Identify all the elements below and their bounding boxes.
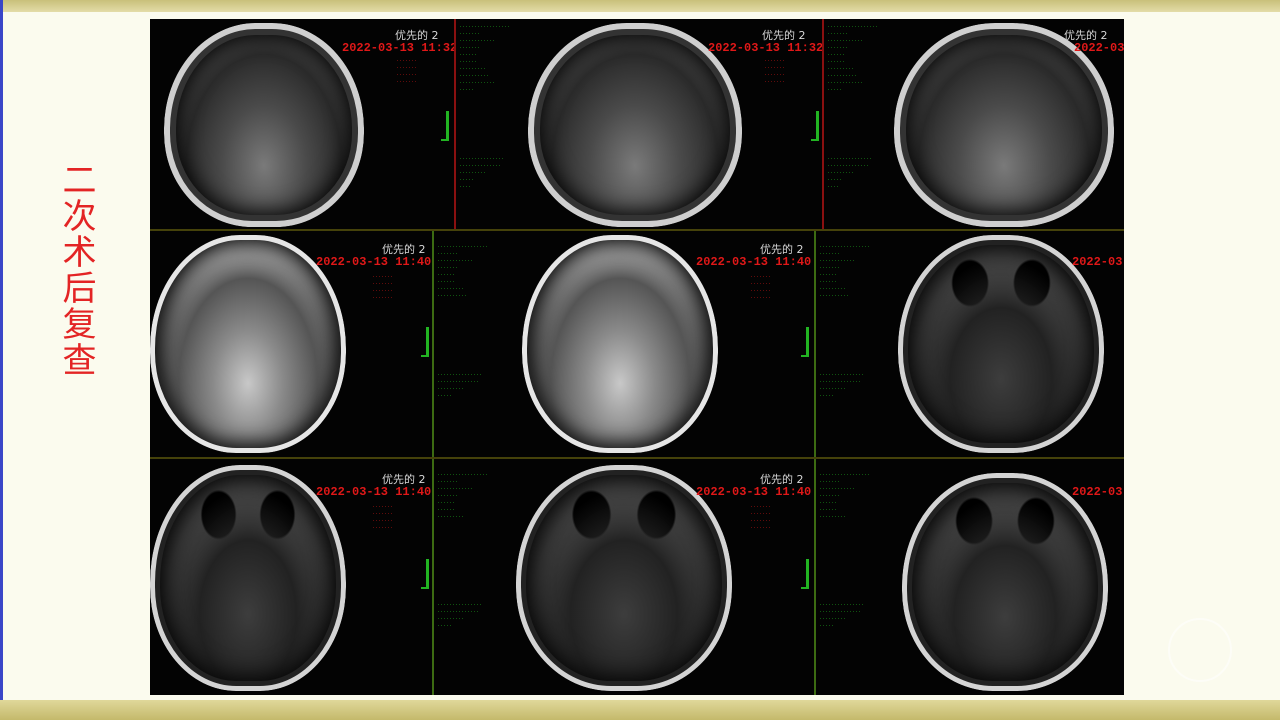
scan-metadata: ................. ....... ............ .…	[819, 243, 871, 298]
watermark-logo-icon	[1168, 618, 1232, 682]
axial-scan-image	[164, 23, 364, 227]
scan-params: ....... ....... ....... .......	[396, 57, 418, 84]
scan-timestamp: 2022-03-13 11:40:50	[316, 255, 434, 269]
scan-timestamp: 2022-03-13 11:40:50	[696, 255, 816, 269]
scan-footer-info: ............... .............. .........…	[827, 155, 873, 189]
scan-metadata: ................. ....... ............ .…	[819, 471, 871, 519]
mri-tile-4: 优先的 2 2022-03-13 11:40:50 ....... ......…	[150, 231, 434, 459]
scan-footer-info: ............... .............. .........…	[819, 601, 865, 628]
bottom-decor-band	[0, 700, 1280, 720]
scale-bar	[801, 559, 809, 589]
axial-scan-image	[902, 473, 1108, 691]
scan-timestamp: 2022-03-13 11:40:50	[316, 485, 434, 499]
slide-title: 二次术后复查	[56, 162, 96, 378]
mri-tile-5: ................. ....... ............ .…	[434, 231, 816, 459]
scan-timestamp: 2022-03	[1072, 485, 1123, 499]
scan-metadata: ................. ....... ............ .…	[437, 471, 489, 519]
scan-timestamp: 2022-03-13 11:32:07	[708, 41, 824, 55]
scan-metadata: ................. ....... ............ .…	[459, 23, 511, 92]
scan-footer-info: ............... .............. .........…	[437, 601, 483, 628]
scan-metadata: ................. ....... ............ .…	[827, 23, 879, 92]
mri-tile-7: 优先的 2 2022-03-13 11:40:50 ....... ......…	[150, 459, 434, 695]
scan-footer-info: ............... .............. .........…	[437, 371, 483, 398]
left-edge-rule	[0, 0, 3, 720]
scale-bar	[421, 559, 429, 589]
mri-tile-6: ................. ....... ............ .…	[816, 231, 1124, 459]
mri-image-grid: 优先的 2 2022-03-13 11:32:05 ....... ......…	[150, 19, 1124, 695]
axial-scan-image	[522, 235, 718, 453]
mri-tile-1: 优先的 2 2022-03-13 11:32:05 ....... ......…	[150, 19, 456, 231]
scan-footer-info: ............... .............. .........…	[459, 155, 505, 189]
scan-metadata: ................. ....... ............ .…	[437, 243, 489, 298]
mri-tile-3: ................. ....... ............ .…	[824, 19, 1124, 231]
scan-timestamp: 2022-03	[1072, 255, 1123, 269]
scale-bar	[421, 327, 429, 357]
scan-params: ....... ....... ....... .......	[764, 57, 786, 84]
scan-timestamp: 2022-03-13 11:40:50	[696, 485, 816, 499]
scan-params: ....... ....... ....... .......	[372, 273, 394, 300]
scan-footer-info: ............... .............. .........…	[819, 371, 865, 398]
scale-bar	[801, 327, 809, 357]
scale-bar	[441, 111, 449, 141]
top-decor-band	[0, 0, 1280, 12]
scan-timestamp: 2022-03-13 11:32:05	[342, 41, 456, 55]
mri-tile-2: ................. ....... ............ .…	[456, 19, 824, 231]
scan-timestamp: 2022-03-	[1074, 41, 1124, 55]
mri-tile-9: ................. ....... ............ .…	[816, 459, 1124, 695]
scan-params: ....... ....... ....... .......	[750, 273, 772, 300]
mri-tile-8: ................. ....... ............ .…	[434, 459, 816, 695]
scan-params: ....... ....... ....... .......	[372, 503, 394, 530]
scan-params: ....... ....... ....... .......	[750, 503, 772, 530]
scale-bar	[811, 111, 819, 141]
